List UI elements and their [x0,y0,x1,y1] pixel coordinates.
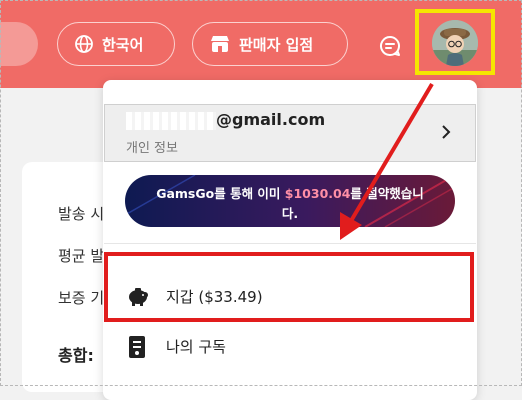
shipping-time-label: 발송 시 [58,205,105,223]
store-icon [211,36,229,52]
redacted-email-prefix [126,112,216,130]
subscription-card-icon [129,336,145,358]
banner-suffix: 를 절약했습니 [350,186,424,201]
wallet-highlight-box [104,252,474,322]
average-label: 평균 발 [58,247,105,265]
language-button[interactable]: 한국어 [57,22,175,66]
total-label: 총합: [58,346,94,365]
dropdown-divider [104,243,476,244]
account-email: @gmail.com [216,110,326,129]
warranty-label: 보증 기 [58,289,105,307]
language-label: 한국어 [102,35,144,54]
banner-prefix: GamsGo를 통해 이미 [156,186,285,201]
seller-join-button[interactable]: 판매자 입점 [192,22,348,66]
savings-banner[interactable]: GamsGo를 통해 이미 $1030.04를 절약했습니 다. [125,175,455,227]
personal-info-label: 개인 정보 [126,141,178,156]
banner-amount: $1030.04 [284,186,351,201]
globe-icon [75,35,93,53]
banner-line-2: 다. [281,206,299,221]
avatar-highlight-box [415,9,495,75]
subscription-menu-item[interactable]: 나의 구독 [166,336,226,357]
seller-label: 판매자 입점 [239,35,314,54]
chat-icon[interactable] [378,34,402,58]
chevron-right-icon [442,125,451,139]
banner-line-1: GamsGo를 통해 이미 $1030.04를 절약했습니 [125,183,455,202]
